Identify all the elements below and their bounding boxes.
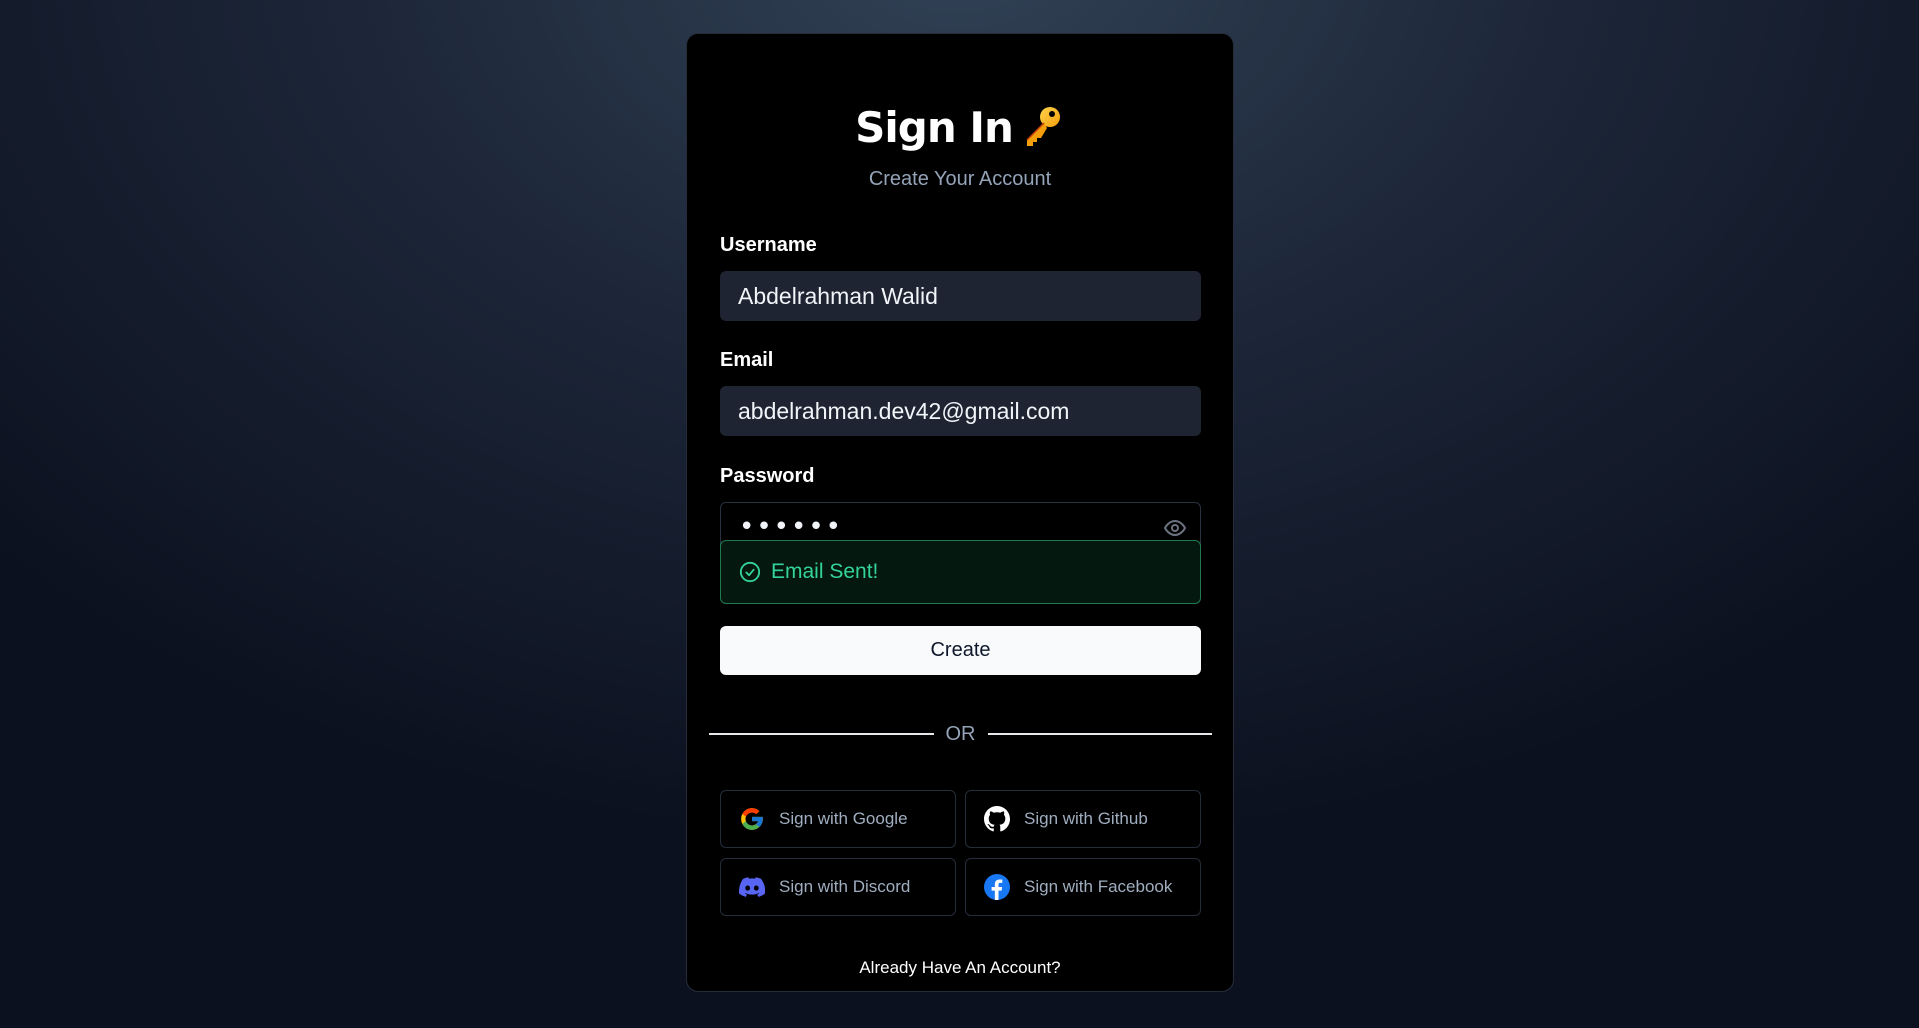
or-divider: OR [709,720,1212,748]
facebook-icon [984,874,1010,900]
github-icon [984,806,1010,832]
google-sign-in-button[interactable]: Sign with Google [720,790,956,848]
google-icon [741,808,763,830]
discord-sign-in-button[interactable]: Sign with Discord [720,858,956,916]
discord-label: Sign with Discord [779,877,911,896]
check-circle-icon [739,561,761,583]
page-title: Sign In [855,102,1014,152]
google-label: Sign with Google [779,809,908,828]
discord-icon [739,877,765,897]
email-field[interactable]: abdelrahman.dev42@gmail.com [720,386,1201,436]
facebook-label: Sign with Facebook [1024,877,1173,896]
username-label: Username [720,234,817,256]
username-value: Abdelrahman Walid [738,282,938,309]
github-label: Sign with Github [1024,809,1148,828]
title-row: Sign In [687,92,1233,162]
page-subtitle: Create Your Account [868,168,1052,190]
create-button[interactable]: Create [720,626,1201,675]
sign-in-card: Sign In Create Your Account Username Abd… [686,33,1234,992]
divider-label: OR [945,722,976,745]
email-label: Email [720,349,774,371]
github-sign-in-button[interactable]: Sign with Github [965,790,1201,848]
divider-line-right [987,733,1212,735]
alert-text: Email Sent! [771,560,879,583]
password-value: •••••• [739,512,844,542]
username-field[interactable]: Abdelrahman Walid [720,271,1201,321]
already-have-account-link[interactable]: Already Have An Account? [687,958,1233,978]
facebook-sign-in-button[interactable]: Sign with Facebook [965,858,1201,916]
password-label: Password [720,465,815,487]
divider-line-left [709,733,934,735]
email-value: abdelrahman.dev42@gmail.com [738,397,1070,424]
key-icon [1026,107,1060,146]
success-alert: Email Sent! [720,540,1201,604]
eye-icon[interactable] [1163,516,1187,540]
